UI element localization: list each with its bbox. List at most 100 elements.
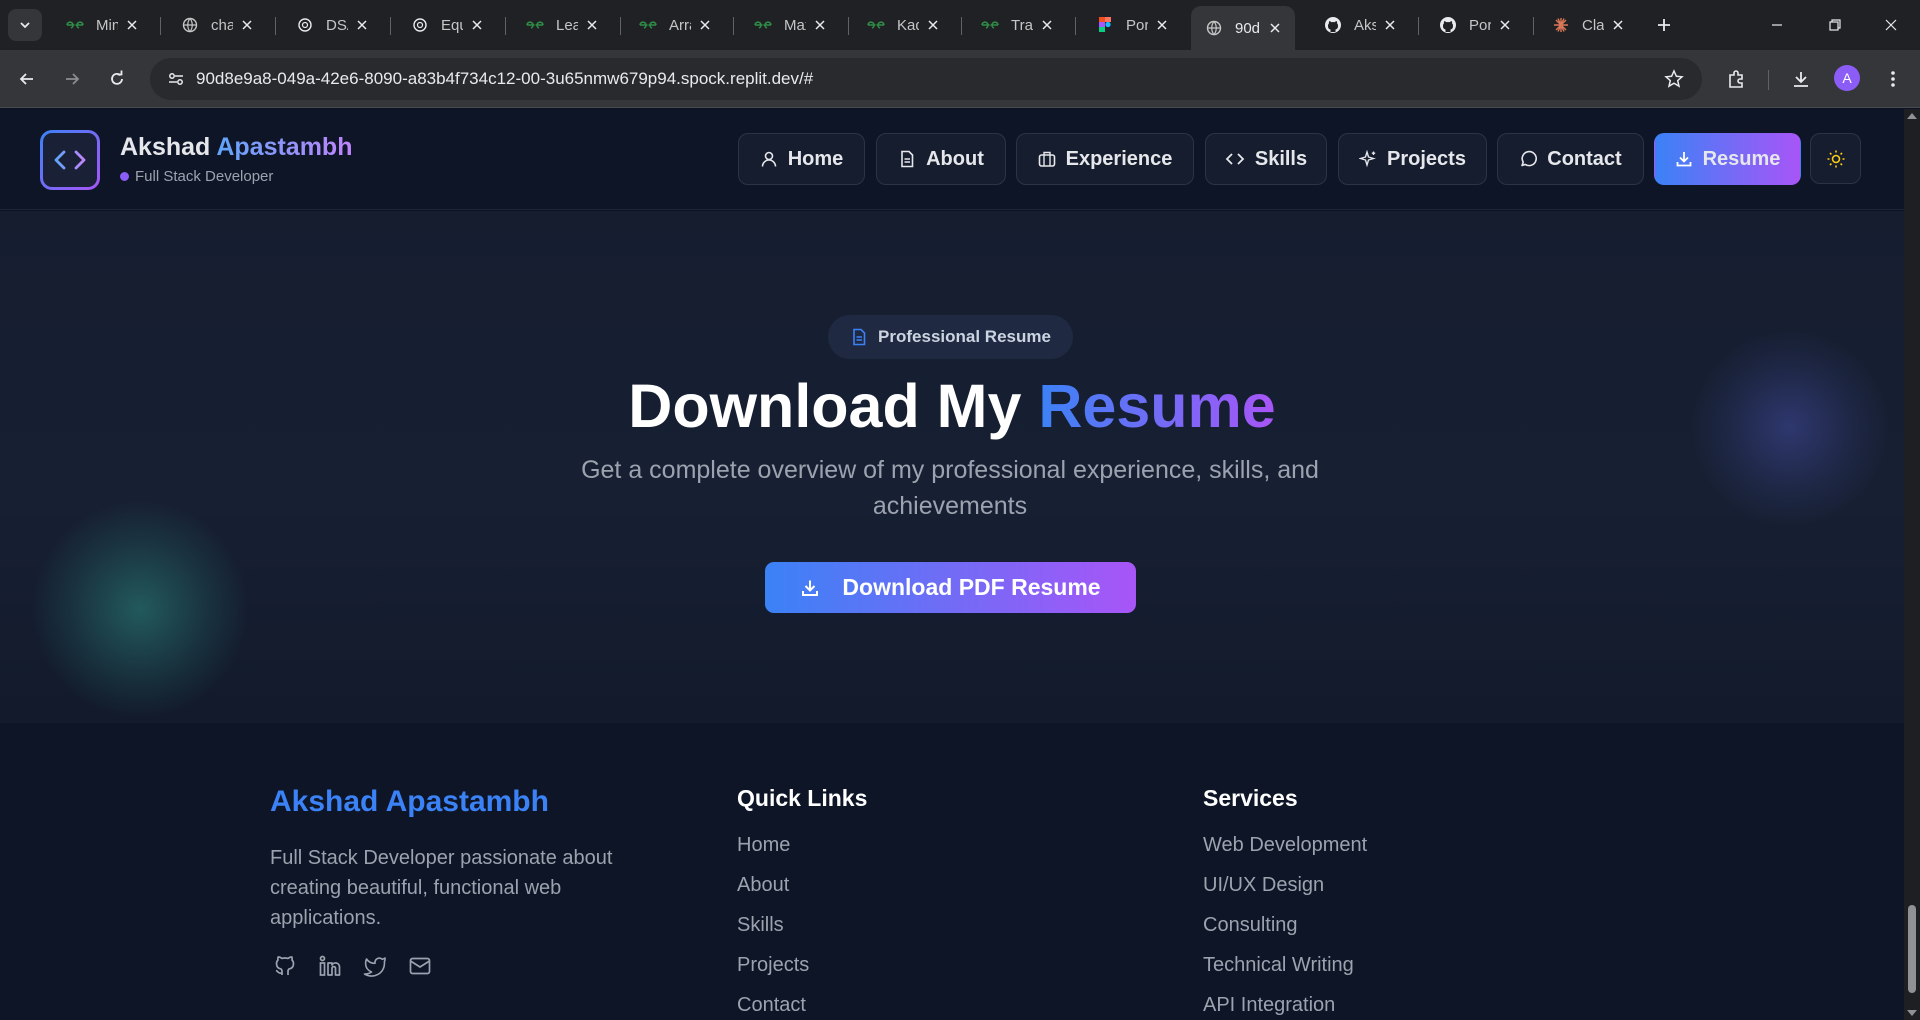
scroll-up-arrow[interactable] <box>1907 113 1917 119</box>
nav-projects-label: Projects <box>1387 147 1466 170</box>
minimize-button[interactable] <box>1748 0 1806 50</box>
hero-title: Download My Resume <box>0 371 1904 441</box>
browser-tab[interactable]: Equ <box>397 9 497 41</box>
browser-tab[interactable]: Port <box>1425 9 1525 41</box>
tab-title: DSA <box>326 16 348 34</box>
forward-button[interactable] <box>55 62 89 96</box>
footer-link-skills[interactable]: Skills <box>737 914 867 954</box>
decorative-glow-green <box>30 499 250 719</box>
nav-contact[interactable]: Contact <box>1497 133 1644 185</box>
browser-tab[interactable]: DSA <box>282 9 382 41</box>
brand-name[interactable]: Akshad Apastambh <box>120 133 352 162</box>
service-technical-writing: Technical Writing <box>1203 954 1354 976</box>
tab-close-icon[interactable] <box>1154 17 1170 33</box>
browser-tab[interactable]: Max <box>740 9 840 41</box>
tab-separator <box>1075 17 1076 35</box>
extensions-button[interactable] <box>1719 62 1753 96</box>
profile-avatar[interactable]: A <box>1834 65 1860 91</box>
nav-resume-label: Resume <box>1702 147 1781 170</box>
tab-close-icon[interactable] <box>1382 17 1398 33</box>
browser-tab[interactable]: chat <box>167 9 267 41</box>
briefcase-icon <box>1038 151 1055 167</box>
tab-title: chat <box>211 16 233 34</box>
footer-link-contact[interactable]: Contact <box>737 994 867 1020</box>
download-icon <box>1676 152 1691 167</box>
browser-tab[interactable]: 90d <box>1191 6 1295 50</box>
tab-close-icon[interactable] <box>469 17 485 33</box>
mail-icon[interactable] <box>405 951 435 981</box>
close-icon <box>1885 19 1897 31</box>
site-logo[interactable] <box>40 130 100 190</box>
message-circle-icon <box>1521 150 1538 167</box>
scrollbar-thumb[interactable] <box>1908 905 1916 993</box>
tab-close-icon[interactable] <box>239 17 255 33</box>
close-window-button[interactable] <box>1862 0 1920 50</box>
reload-button[interactable] <box>100 62 134 96</box>
nav-experience-label: Experience <box>1065 147 1173 170</box>
tab-close-icon[interactable] <box>812 17 828 33</box>
tab-separator <box>505 17 506 35</box>
browser-tab[interactable]: Arra <box>625 9 725 41</box>
tab-close-icon[interactable] <box>1039 17 1055 33</box>
tab-close-icon[interactable] <box>584 17 600 33</box>
tab-close-icon[interactable] <box>1610 17 1626 33</box>
theme-toggle-button[interactable] <box>1810 133 1861 184</box>
browser-tab[interactable]: Lear <box>512 9 612 41</box>
sun-icon <box>1827 150 1844 167</box>
chevron-down-icon <box>20 22 30 29</box>
browser-menu-button[interactable] <box>1876 62 1910 96</box>
tab-title: Min <box>96 16 118 34</box>
nav-about[interactable]: About <box>876 133 1006 185</box>
footer-link-about[interactable]: About <box>737 874 867 914</box>
more-vert-icon <box>1891 71 1895 87</box>
restore-icon <box>1829 19 1841 31</box>
nav-skills[interactable]: Skills <box>1205 133 1327 185</box>
tab-close-icon[interactable] <box>925 17 941 33</box>
browser-tab[interactable]: Kad <box>853 9 953 41</box>
scroll-down-arrow[interactable] <box>1907 1010 1917 1016</box>
nav-about-label: About <box>926 147 984 170</box>
browser-tab[interactable]: Trap <box>967 9 1067 41</box>
service-consulting: Consulting <box>1203 914 1298 936</box>
gfg-icon <box>754 16 772 34</box>
linkedin-icon[interactable] <box>315 951 345 981</box>
address-bar[interactable]: 90d8e9a8-049a-42e6-8090-a83b4f734c12-00-… <box>150 58 1702 100</box>
twitter-icon[interactable] <box>360 951 390 981</box>
bookmark-star-icon[interactable] <box>1662 67 1686 91</box>
back-button[interactable] <box>10 62 44 96</box>
page-scrollbar[interactable] <box>1904 109 1920 1020</box>
nav-experience[interactable]: Experience <box>1016 133 1194 185</box>
restore-button[interactable] <box>1806 0 1864 50</box>
downloads-button[interactable] <box>1784 62 1818 96</box>
tab-title: Arra <box>669 16 691 34</box>
tab-close-icon[interactable] <box>697 17 713 33</box>
browser-tab[interactable]: Min <box>52 9 152 41</box>
tab-title: Aks <box>1354 16 1376 34</box>
professional-resume-badge: Professional Resume <box>828 315 1073 359</box>
footer-link-home[interactable]: Home <box>737 834 867 874</box>
services-heading: Services <box>1203 785 1298 811</box>
nav-resume-button[interactable]: Resume <box>1654 133 1801 185</box>
nav-projects[interactable]: Projects <box>1338 133 1487 185</box>
tab-close-icon[interactable] <box>124 17 140 33</box>
reload-icon <box>111 70 123 85</box>
tab-close-icon[interactable] <box>354 17 370 33</box>
quick-links-heading: Quick Links <box>737 785 868 811</box>
download-pdf-resume-button[interactable]: Download PDF Resume <box>765 562 1136 613</box>
gfg-icon <box>981 16 999 34</box>
tab-close-icon[interactable] <box>1267 20 1283 36</box>
site-settings-icon[interactable] <box>160 63 192 95</box>
nav-home[interactable]: Home <box>738 133 865 185</box>
figma-icon <box>1096 16 1114 34</box>
github-icon[interactable] <box>270 951 300 981</box>
tab-close-icon[interactable] <box>1497 17 1513 33</box>
url-text[interactable]: 90d8e9a8-049a-42e6-8090-a83b4f734c12-00-… <box>196 69 813 89</box>
browser-tab[interactable]: Aks <box>1310 9 1410 41</box>
browser-tab[interactable]: Clau <box>1538 9 1638 41</box>
brand-role: Full Stack Developer <box>120 168 273 185</box>
footer-link-projects[interactable]: Projects <box>737 954 867 994</box>
puzzle-icon <box>1729 70 1743 88</box>
new-tab-button[interactable] <box>1648 9 1680 41</box>
browser-tab[interactable]: Port <box>1082 9 1182 41</box>
tab-search-button[interactable] <box>8 9 42 41</box>
